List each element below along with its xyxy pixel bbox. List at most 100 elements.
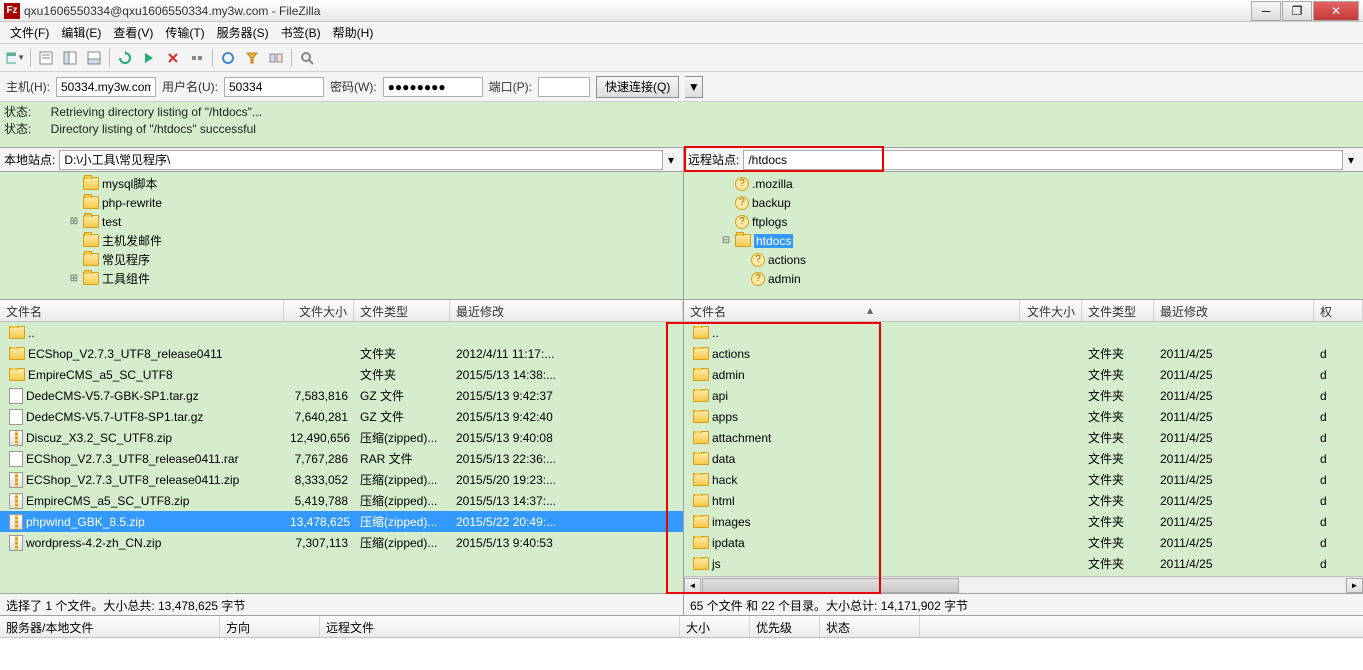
file-name: DedeCMS-V5.7-GBK-SP1.tar.gz xyxy=(26,389,199,403)
file-perm: d xyxy=(1314,410,1363,424)
reconnect-button[interactable] xyxy=(217,47,239,69)
file-mtime: 2011/4/25 xyxy=(1154,536,1314,550)
tree-row[interactable]: ?backup xyxy=(684,193,1363,212)
zip-file-icon xyxy=(9,430,23,446)
quickconnect-dropdown[interactable]: ▼ xyxy=(685,76,703,98)
sitemanager-button[interactable]: ▼ xyxy=(4,47,26,69)
tree-row[interactable]: ⊟htdocs xyxy=(684,231,1363,250)
menu-item[interactable]: 查看(V) xyxy=(107,22,159,43)
separator xyxy=(212,49,213,67)
toggle-tree-button[interactable] xyxy=(59,47,81,69)
filter-button[interactable] xyxy=(241,47,263,69)
host-input[interactable] xyxy=(56,77,156,97)
col-name[interactable]: 文件名 xyxy=(0,300,284,321)
menu-item[interactable]: 文件(F) xyxy=(4,22,55,43)
queue-col[interactable]: 服务器/本地文件 xyxy=(0,616,220,637)
separator xyxy=(291,49,292,67)
list-row[interactable]: ECShop_V2.7.3_UTF8_release0411文件夹2012/4/… xyxy=(0,343,683,364)
scroll-right-button[interactable]: ► xyxy=(1346,578,1363,593)
file-size: 8,333,052 xyxy=(284,473,354,487)
remote-tree[interactable]: ?.mozilla?backup?ftplogs⊟htdocs?actions?… xyxy=(684,172,1363,299)
queue-col[interactable]: 远程文件 xyxy=(320,616,680,637)
list-row[interactable]: EmpireCMS_a5_SC_UTF8.zip5,419,788压缩(zipp… xyxy=(0,490,683,511)
tree-row[interactable]: ?ftplogs xyxy=(684,212,1363,231)
list-row[interactable]: ECShop_V2.7.3_UTF8_release0411.rar7,767,… xyxy=(0,448,683,469)
menu-item[interactable]: 传输(T) xyxy=(159,22,210,43)
folder-icon xyxy=(83,234,99,247)
toggle-queue-button[interactable] xyxy=(83,47,105,69)
menu-item[interactable]: 服务器(S) xyxy=(211,22,275,43)
file-name: phpwind_GBK_8.5.zip xyxy=(26,515,145,529)
expand-icon[interactable]: ⊞ xyxy=(68,273,80,284)
compare-button[interactable] xyxy=(265,47,287,69)
local-path-input[interactable] xyxy=(59,150,663,170)
list-row[interactable]: wordpress-4.2-zh_CN.zip7,307,113压缩(zippe… xyxy=(0,532,683,553)
col-size[interactable]: 文件大小 xyxy=(1020,300,1082,321)
col-perm[interactable]: 权 xyxy=(1314,300,1363,321)
expand-icon[interactable]: ⊞ xyxy=(68,216,80,227)
list-row[interactable]: .. xyxy=(0,322,683,343)
sort-icon: ▴ xyxy=(867,303,873,317)
tree-row[interactable]: php-rewrite xyxy=(0,193,683,212)
col-name[interactable]: 文件名▴ xyxy=(684,300,1020,321)
tree-row[interactable]: mysql脚本 xyxy=(0,174,683,193)
file-perm: d xyxy=(1314,431,1363,445)
process-queue-button[interactable] xyxy=(138,47,160,69)
tree-row[interactable]: 主机发邮件 xyxy=(0,231,683,250)
close-button[interactable]: ✕ xyxy=(1313,1,1359,21)
tree-row[interactable]: 常见程序 xyxy=(0,250,683,269)
list-row[interactable]: DedeCMS-V5.7-GBK-SP1.tar.gz7,583,816GZ 文… xyxy=(0,385,683,406)
menu-item[interactable]: 编辑(E) xyxy=(55,22,107,43)
dropdown-icon[interactable]: ▾ xyxy=(663,153,679,167)
tree-label: 常见程序 xyxy=(102,251,150,268)
list-row[interactable]: Discuz_X3.2_SC_UTF8.zip12,490,656压缩(zipp… xyxy=(0,427,683,448)
toggle-log-button[interactable] xyxy=(35,47,57,69)
password-label: 密码(W): xyxy=(330,78,377,95)
quickconnect-button[interactable]: 快速连接(Q) xyxy=(596,76,679,98)
search-button[interactable] xyxy=(296,47,318,69)
local-tree[interactable]: mysql脚本php-rewrite⊞test主机发邮件常见程序⊞工具组件 xyxy=(0,172,684,299)
list-row[interactable]: DedeCMS-V5.7-UTF8-SP1.tar.gz7,640,281GZ … xyxy=(0,406,683,427)
tree-row[interactable]: ?.mozilla xyxy=(684,174,1363,193)
cancel-button[interactable] xyxy=(162,47,184,69)
col-type[interactable]: 文件类型 xyxy=(1082,300,1154,321)
menu-item[interactable]: 书签(B) xyxy=(275,22,327,43)
password-input[interactable] xyxy=(383,77,483,97)
local-file-list: 文件名 文件大小 文件类型 最近修改 ..ECShop_V2.7.3_UTF8_… xyxy=(0,300,684,593)
list-row[interactable]: EmpireCMS_a5_SC_UTF8文件夹2015/5/13 14:38:.… xyxy=(0,364,683,385)
zip-file-icon xyxy=(9,535,23,551)
queue-col[interactable]: 方向 xyxy=(220,616,320,637)
file-name: DedeCMS-V5.7-UTF8-SP1.tar.gz xyxy=(26,410,203,424)
col-mtime[interactable]: 最近修改 xyxy=(1154,300,1314,321)
queue-col[interactable]: 大小 xyxy=(680,616,750,637)
col-size[interactable]: 文件大小 xyxy=(284,300,354,321)
tree-row[interactable]: ⊞工具组件 xyxy=(0,269,683,288)
tree-row[interactable]: ?admin xyxy=(684,269,1363,288)
remote-list-header: 文件名▴ 文件大小 文件类型 最近修改 权 xyxy=(684,300,1363,322)
list-row[interactable]: phpwind_GBK_8.5.zip13,478,625压缩(zipped).… xyxy=(0,511,683,532)
file-type: 文件夹 xyxy=(1082,534,1154,551)
log-pane[interactable]: 状态: Retrieving directory listing of "/ht… xyxy=(0,102,1363,148)
file-perm: d xyxy=(1314,389,1363,403)
refresh-button[interactable] xyxy=(114,47,136,69)
maximize-button[interactable]: ❐ xyxy=(1282,1,1312,21)
tree-label: backup xyxy=(752,196,791,210)
tree-row[interactable]: ⊞test xyxy=(0,212,683,231)
collapse-icon[interactable]: ⊟ xyxy=(720,235,732,246)
disconnect-button[interactable] xyxy=(186,47,208,69)
col-mtime[interactable]: 最近修改 xyxy=(450,300,683,321)
port-input[interactable] xyxy=(538,77,590,97)
username-input[interactable] xyxy=(224,77,324,97)
file-mtime: 2011/4/25 xyxy=(1154,452,1314,466)
minimize-button[interactable]: ─ xyxy=(1251,1,1281,21)
queue-col[interactable]: 优先级 xyxy=(750,616,820,637)
list-status-bar: 选择了 1 个文件。大小总共: 13,478,625 字节 65 个文件 和 2… xyxy=(0,594,1363,616)
local-list-body[interactable]: ..ECShop_V2.7.3_UTF8_release0411文件夹2012/… xyxy=(0,322,683,593)
menu-item[interactable]: 帮助(H) xyxy=(327,22,380,43)
tree-row[interactable]: ?actions xyxy=(684,250,1363,269)
file-mtime: 2011/4/25 xyxy=(1154,347,1314,361)
queue-col[interactable]: 状态 xyxy=(820,616,920,637)
list-row[interactable]: ECShop_V2.7.3_UTF8_release0411.zip8,333,… xyxy=(0,469,683,490)
dropdown-icon[interactable]: ▾ xyxy=(1343,153,1359,167)
col-type[interactable]: 文件类型 xyxy=(354,300,450,321)
